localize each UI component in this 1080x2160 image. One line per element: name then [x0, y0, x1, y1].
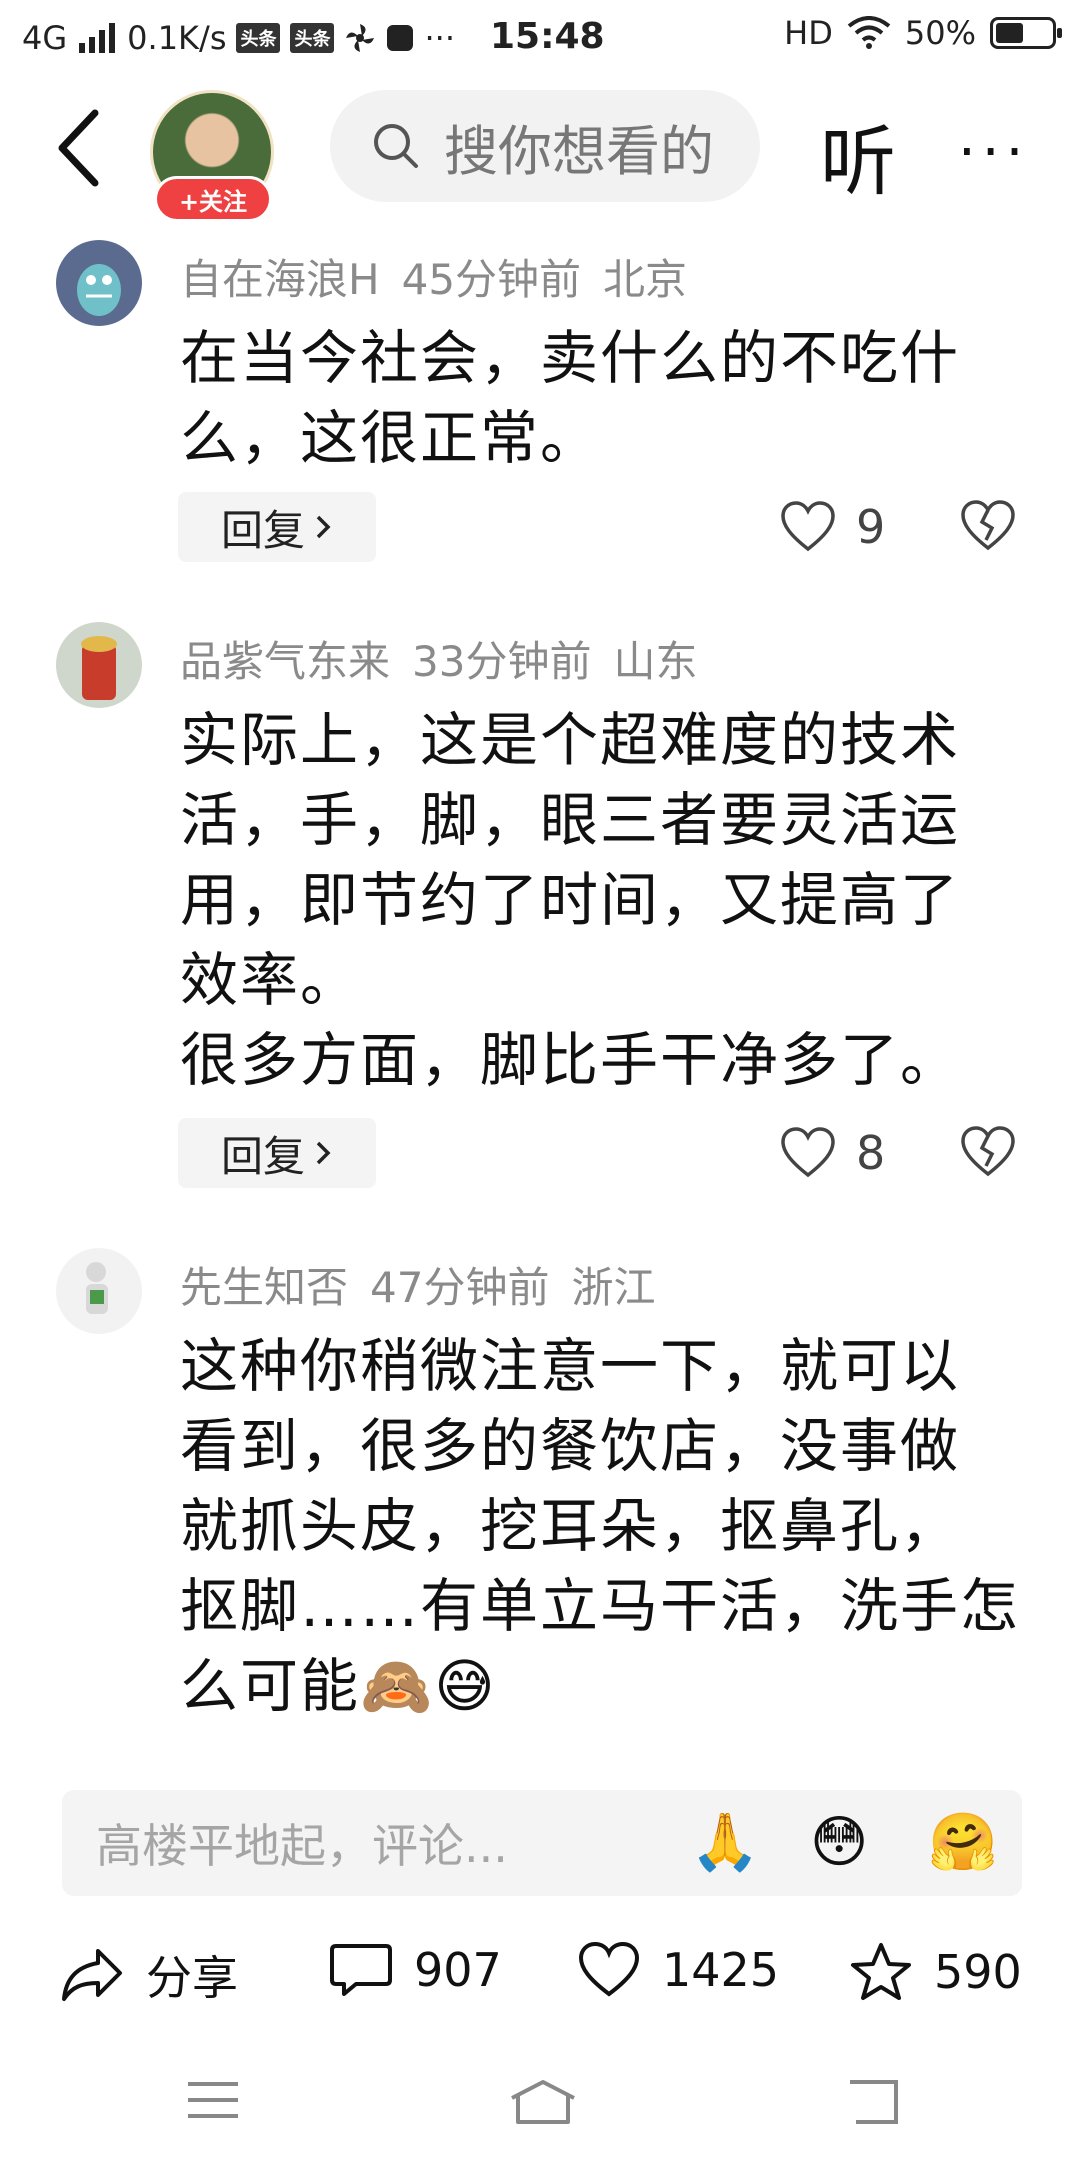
comment-meta: 品紫气东来 33分钟前 山东: [180, 628, 719, 689]
comment-line: 在当今社会，卖什么的不吃什: [180, 324, 961, 392]
share-label: 分享: [146, 1951, 238, 2005]
menu-icon[interactable]: [186, 2078, 240, 2122]
follow-button[interactable]: +关注: [154, 176, 272, 222]
like-article-button[interactable]: 1425: [578, 1942, 779, 1998]
listen-button[interactable]: 听: [820, 100, 896, 210]
comment-line: 么可能🙈😅: [180, 1652, 497, 1720]
emoji-pray-button[interactable]: 🙏: [690, 1810, 760, 1876]
article-header: +关注 搜你想看的 听 ···: [0, 80, 1080, 222]
commenter-avatar[interactable]: [56, 622, 142, 708]
comment-count: 907: [414, 1943, 502, 1997]
back-arrow-icon[interactable]: [40, 98, 120, 198]
heart-icon: [781, 1127, 835, 1178]
clock: 15:48: [490, 16, 605, 57]
status-bar: 4G 0.1K/s 头条 头条 ··· 15:48 HD 50%: [0, 0, 1080, 76]
comment-location: 浙江: [571, 1263, 656, 1312]
app-badge-icon: 头条: [290, 23, 335, 53]
comment-text: 实际上，这是个超难度的技术 活，手，脚，眼三者要灵活运 用，即节约了时间，又提高…: [180, 700, 1020, 1100]
chevron-right-icon: [316, 1141, 331, 1165]
app-square-icon: [387, 25, 414, 51]
comment-time: 33分钟前: [412, 637, 592, 686]
author-avatar-group[interactable]: +关注: [150, 90, 274, 222]
comment-line: 很多方面，脚比手干净多了。: [180, 1026, 961, 1094]
like-count: 8: [856, 1126, 886, 1180]
app-badge-icon: 头条: [236, 23, 281, 53]
comment-time: 47分钟前: [370, 1263, 550, 1312]
emoji-flushed-button[interactable]: 😳: [810, 1810, 868, 1876]
favorite-count: 590: [934, 1945, 1022, 1999]
comment-input-placeholder: 高楼平地起，评论...: [96, 1819, 508, 1873]
comment-location: 山东: [613, 637, 698, 686]
like-button[interactable]: 8: [780, 1126, 885, 1180]
like-button[interactable]: 9: [780, 500, 885, 554]
network-type: 4G: [22, 19, 68, 57]
reply-button[interactable]: 回复: [178, 1118, 376, 1188]
like-count: 1425: [662, 1943, 780, 1997]
commenter-avatar[interactable]: [56, 240, 142, 326]
comment-line: 就抓头皮，挖耳朵，抠鼻孔，: [180, 1492, 961, 1560]
reply-label: 回复: [220, 505, 305, 555]
comment-line: 效率。: [180, 946, 361, 1014]
comment-line: 抠脚……有单立马干活，洗手怎: [180, 1572, 1021, 1640]
battery-icon: [990, 17, 1062, 49]
comment-text: 在当今社会，卖什么的不吃什 么，这很正常。: [180, 318, 1020, 478]
search-icon: [374, 124, 418, 168]
commenter-name[interactable]: 先生知否: [180, 1263, 348, 1312]
commenter-name[interactable]: 自在海浪H: [180, 255, 380, 304]
reply-label: 回复: [220, 1131, 305, 1181]
hd-indicator: HD: [784, 14, 833, 52]
like-count: 9: [856, 500, 886, 554]
comment-input[interactable]: 高楼平地起，评论... 🙏 😳 🤗: [62, 1790, 1022, 1896]
comment-count-button[interactable]: 907: [330, 1942, 502, 1998]
comment-location: 北京: [603, 255, 688, 304]
share-icon: [62, 1949, 122, 2001]
wifi-icon: [847, 16, 891, 49]
broken-heart-icon[interactable]: [960, 500, 1016, 552]
commenter-avatar[interactable]: [56, 1248, 142, 1334]
comment-icon: [330, 1944, 392, 1996]
emoji-hug-button[interactable]: 🤗: [928, 1810, 998, 1876]
home-icon[interactable]: [508, 2078, 578, 2126]
back-nav-icon[interactable]: [846, 2078, 902, 2126]
more-options-button[interactable]: ···: [958, 120, 1029, 185]
chevron-right-icon: [316, 515, 331, 539]
share-button[interactable]: 分享: [60, 1942, 238, 2008]
comment-line: 实际上，这是个超难度的技术: [180, 706, 961, 774]
comment-line: 看到，很多的餐饮店，没事做: [180, 1412, 961, 1480]
overflow-dots-icon: ···: [424, 19, 455, 57]
article-action-bar: 分享 907 1425 590: [0, 1930, 1080, 2030]
broken-heart-icon[interactable]: [960, 1126, 1016, 1178]
comment-meta: 自在海浪H 45分钟前 北京: [180, 246, 709, 307]
comment-line: 用，即节约了时间，又提高了: [180, 866, 961, 934]
comment-line: 么，这很正常。: [180, 404, 601, 472]
comment-text: 这种你稍微注意一下，就可以 看到，很多的餐饮店，没事做 就抓头皮，挖耳朵，抠鼻孔…: [180, 1326, 1020, 1726]
comment-line: 这种你稍微注意一下，就可以: [180, 1332, 961, 1400]
comment-time: 45分钟前: [401, 255, 582, 304]
comment-meta: 先生知否 47分钟前 浙江: [180, 1254, 677, 1315]
reply-button[interactable]: 回复: [178, 492, 376, 562]
battery-percent: 50%: [904, 14, 976, 52]
favorite-button[interactable]: 590: [850, 1942, 1022, 2002]
star-icon: [851, 1943, 911, 2000]
signal-icon: [79, 23, 116, 53]
search-bar[interactable]: 搜你想看的: [330, 90, 760, 202]
heart-icon: [781, 501, 835, 552]
commenter-name[interactable]: 品紫气东来: [180, 637, 390, 686]
fan-icon: [346, 24, 375, 52]
network-speed: 0.1K/s: [127, 19, 227, 57]
search-placeholder: 搜你想看的: [444, 119, 714, 183]
system-nav-bar: [0, 2060, 1080, 2160]
comment-line: 活，手，脚，眼三者要灵活运: [180, 786, 961, 854]
heart-icon: [578, 1942, 640, 1997]
